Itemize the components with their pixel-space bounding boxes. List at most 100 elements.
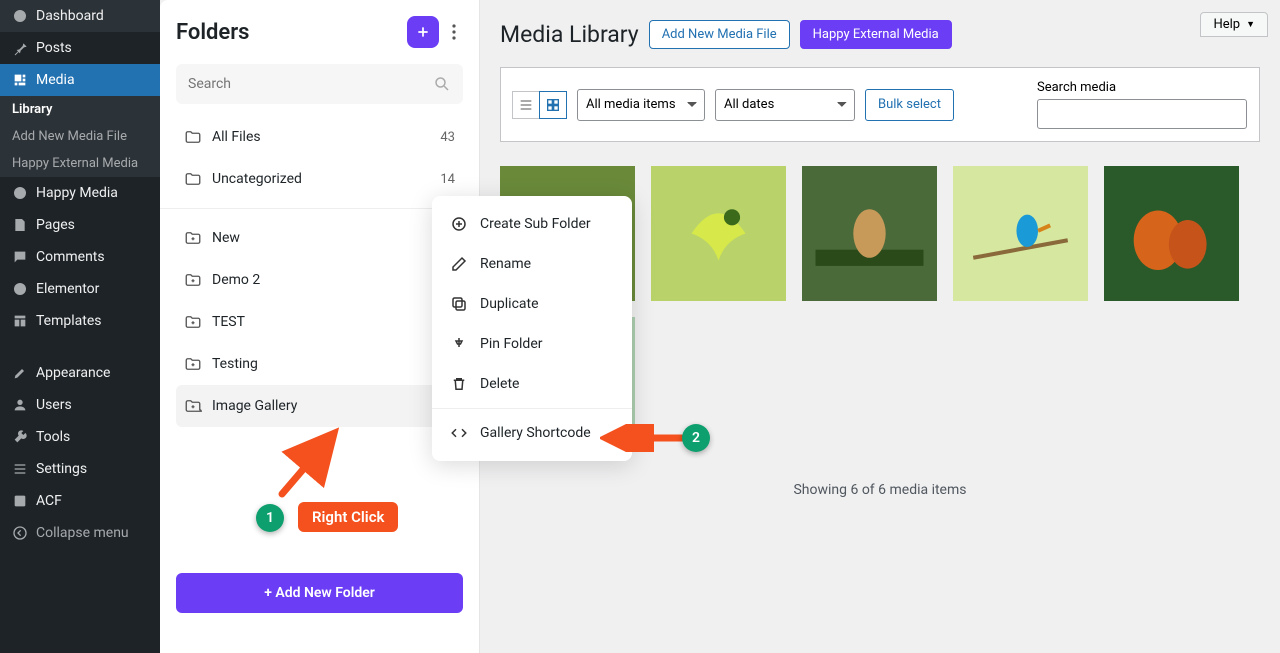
sidebar-item-elementor[interactable]: Elementor — [0, 273, 160, 305]
edit-icon — [450, 255, 468, 273]
folder-plus-icon — [184, 313, 202, 331]
submenu-happy-external[interactable]: Happy External Media — [0, 150, 160, 177]
acf-icon — [12, 493, 28, 509]
folder-label: Image Gallery — [212, 398, 297, 414]
folder-label: New — [212, 230, 240, 246]
grid-icon — [545, 97, 561, 113]
date-filter[interactable]: All dates — [715, 89, 855, 121]
sidebar-item-users[interactable]: Users — [0, 389, 160, 421]
list-icon — [518, 97, 534, 113]
wp-admin-sidebar: Dashboard Posts Media Library Add New Me… — [0, 0, 160, 653]
sidebar-item-acf[interactable]: ACF — [0, 485, 160, 517]
pin-icon — [450, 335, 468, 353]
ctx-label: Delete — [480, 376, 519, 392]
folder-demo2[interactable]: Demo 2 — [176, 259, 463, 301]
sidebar-item-pages[interactable]: Pages — [0, 209, 160, 241]
sidebar-item-posts[interactable]: Posts — [0, 32, 160, 64]
sidebar-item-settings[interactable]: Settings — [0, 453, 160, 485]
ctx-label: Pin Folder — [480, 336, 543, 352]
submenu-library[interactable]: Library — [0, 96, 160, 123]
media-toolbar: All media items All dates Bulk select Se… — [500, 67, 1260, 142]
ctx-duplicate[interactable]: Duplicate — [432, 284, 632, 324]
sidebar-label: Templates — [36, 313, 102, 329]
copy-icon — [450, 295, 468, 313]
folder-testing[interactable]: Testing — [176, 343, 463, 385]
add-new-media-button[interactable]: Add New Media File — [649, 20, 790, 49]
submenu-add-new[interactable]: Add New Media File — [0, 123, 160, 150]
media-thumb[interactable] — [651, 166, 786, 301]
collapse-menu[interactable]: Collapse menu — [0, 517, 160, 549]
sidebar-item-tools[interactable]: Tools — [0, 421, 160, 453]
ctx-label: Gallery Shortcode — [480, 425, 591, 441]
comment-icon — [12, 249, 28, 265]
folders-search-input[interactable] — [188, 76, 433, 92]
plus-circle-icon — [450, 215, 468, 233]
folder-label: Uncategorized — [212, 171, 302, 187]
add-new-folder-button[interactable]: + Add New Folder — [176, 573, 463, 613]
sidebar-item-appearance[interactable]: Appearance — [0, 357, 160, 389]
ctx-pin-folder[interactable]: Pin Folder — [432, 324, 632, 364]
media-thumb[interactable] — [1104, 166, 1239, 301]
folder-plus-icon — [184, 355, 202, 373]
sidebar-item-media[interactable]: Media — [0, 64, 160, 96]
ctx-create-sub-folder[interactable]: Create Sub Folder — [432, 204, 632, 244]
media-thumb[interactable] — [953, 166, 1088, 301]
media-type-filter[interactable]: All media items — [577, 89, 705, 121]
wrench-icon — [12, 429, 28, 445]
folders-title: Folders — [176, 20, 250, 45]
search-icon — [433, 75, 451, 93]
help-label: Help — [1213, 17, 1240, 32]
ctx-delete[interactable]: Delete — [432, 364, 632, 404]
grid-view-button[interactable] — [539, 91, 567, 119]
user-icon — [12, 397, 28, 413]
sidebar-label: Comments — [36, 249, 105, 265]
help-button[interactable]: Help ▼ — [1200, 12, 1268, 37]
folder-icon — [184, 170, 202, 188]
trash-icon — [450, 375, 468, 393]
sidebar-item-comments[interactable]: Comments — [0, 241, 160, 273]
view-toggle — [513, 91, 567, 119]
page-icon — [12, 217, 28, 233]
ctx-rename[interactable]: Rename — [432, 244, 632, 284]
sidebar-label: ACF — [36, 493, 62, 509]
templates-icon — [12, 313, 28, 329]
media-thumb[interactable] — [802, 166, 937, 301]
ctx-label: Duplicate — [480, 296, 539, 312]
media-icon — [12, 72, 28, 88]
sidebar-item-happy-media[interactable]: Happy Media — [0, 177, 160, 209]
folder-test[interactable]: TEST — [176, 301, 463, 343]
sliders-icon — [12, 461, 28, 477]
folder-label: TEST — [212, 314, 245, 330]
list-view-button[interactable] — [512, 91, 540, 119]
ctx-gallery-shortcode[interactable]: Gallery Shortcode — [432, 413, 632, 453]
ctx-label: Create Sub Folder — [480, 216, 591, 232]
folder-icon — [184, 128, 202, 146]
sidebar-label: Dashboard — [36, 8, 104, 24]
collapse-label: Collapse menu — [36, 525, 129, 541]
folder-image-gallery[interactable]: Image Gallery — [176, 385, 463, 427]
new-folder-button[interactable] — [407, 16, 439, 48]
happy-external-media-button[interactable]: Happy External Media — [800, 20, 952, 49]
sidebar-label: Posts — [36, 40, 72, 56]
folder-new[interactable]: New — [176, 217, 463, 259]
folder-label: Testing — [212, 356, 258, 372]
annotation-badge-1: 1 — [256, 504, 284, 532]
folders-more-button[interactable] — [445, 16, 463, 48]
media-submenu: Library Add New Media File Happy Externa… — [0, 96, 160, 177]
folder-uncategorized[interactable]: Uncategorized 14 — [176, 158, 463, 200]
chevron-down-icon: ▼ — [1246, 19, 1255, 30]
folder-count: 14 — [440, 172, 455, 187]
folders-search[interactable] — [176, 64, 463, 104]
sidebar-label: Elementor — [36, 281, 99, 297]
sidebar-item-templates[interactable]: Templates — [0, 305, 160, 337]
sidebar-item-dashboard[interactable]: Dashboard — [0, 0, 160, 32]
search-media-input[interactable] — [1037, 99, 1247, 129]
folder-all-files[interactable]: All Files 43 — [176, 116, 463, 158]
page-title: Media Library — [500, 21, 639, 48]
code-icon — [450, 424, 468, 442]
bulk-select-button[interactable]: Bulk select — [865, 89, 954, 121]
sidebar-label: Users — [36, 397, 72, 413]
annotation-right-click-label: Right Click — [298, 502, 398, 532]
dashboard-icon — [12, 8, 28, 24]
sidebar-label: Settings — [36, 461, 87, 477]
